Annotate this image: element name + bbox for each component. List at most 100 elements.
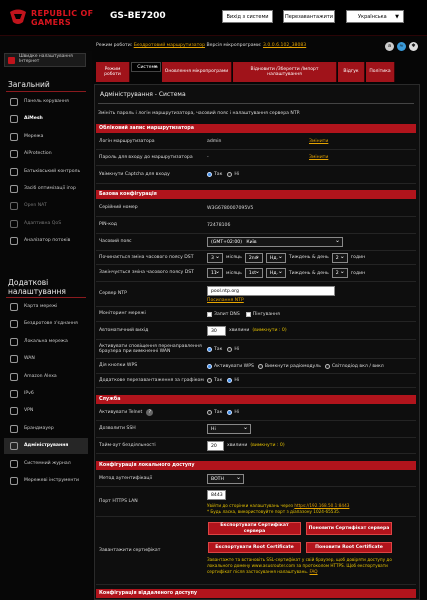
dst-start-day-select[interactable]: Нд. (265, 252, 286, 263)
sidebar-item-advanced-6[interactable]: IPv6 (4, 386, 88, 402)
login-value: admin (207, 139, 222, 144)
logout-button[interactable]: Вихід з системи (222, 10, 273, 23)
change-login-link[interactable]: Змінити (309, 134, 328, 149)
ntp-server-input[interactable]: pool.ntp.org (207, 285, 335, 296)
sidebar-item-advanced-9[interactable]: Адміністрування (4, 438, 88, 455)
ssh-select[interactable]: Ні (207, 423, 251, 434)
operation-mode-link[interactable]: Бездротовий маршрутизатор (134, 43, 205, 48)
dst-end-week-select[interactable]: 1st (244, 267, 263, 278)
renew-server-cert-button[interactable]: Поновити Сертифікат сервера (306, 522, 392, 535)
tab-privacy[interactable]: Політика (366, 62, 395, 82)
reboot-button[interactable]: Перезавантажити (283, 10, 335, 23)
dst-start-week-select[interactable]: 2nd (244, 252, 263, 263)
firmware-version-link[interactable]: 3.0.0.6.102_38083 (263, 43, 306, 48)
telnet-no-radio[interactable] (227, 410, 233, 415)
usb-status-icon[interactable]: ✱ (409, 42, 418, 51)
lan-icon (10, 337, 18, 346)
faq-link[interactable]: FAQ (309, 569, 317, 574)
sidebar-item-label: Мережа (24, 133, 44, 139)
wps-radio-off-radio[interactable] (257, 363, 263, 369)
sidebar-item-advanced-3[interactable]: Локальна мережа (4, 334, 88, 350)
sidebar-item-general-7[interactable]: Open NAT (4, 198, 88, 214)
sidebar-item-advanced-2[interactable]: Бездротове з'єднання (4, 316, 88, 332)
row-ntp: Сервер NTP pool.ntp.org Посилання NTP (96, 282, 416, 307)
hint-text: Увійти до сторінки налаштувань через (207, 502, 294, 508)
tab-feedback[interactable]: Відгук (338, 62, 365, 82)
radio-label: Так (214, 378, 223, 383)
auto-logout-input[interactable]: 30 (207, 325, 226, 336)
chevron-down-icon: ▼ (395, 14, 399, 20)
auth-method-select[interactable]: BOTH (207, 473, 244, 484)
tab-restore-save-import[interactable]: Відновити /Зберегти /Імпорт налаштування (233, 62, 337, 82)
dst-start-month-select[interactable]: 3 (207, 252, 223, 263)
sidebar-item-label: Адаптивна QoS (24, 220, 62, 226)
parental-icon (10, 167, 18, 176)
dns-query-checkbox[interactable] (207, 311, 212, 317)
checkbox-label: Пінгування (252, 311, 280, 317)
label: Моніторинг мережі (99, 311, 146, 317)
renew-root-cert-button[interactable]: Поновити Root Certificate (306, 542, 392, 553)
sidebar-item-label: Карта мережі (24, 304, 58, 309)
change-password-link[interactable]: Змінити (309, 150, 328, 165)
dst-end-month-select[interactable]: 11 (207, 267, 223, 278)
telnet-yes-radio[interactable] (207, 410, 212, 415)
timezone-select[interactable]: (GMT+02:00) Київ (207, 236, 343, 247)
sidebar-item-advanced-11[interactable]: Мережеві інструменти (4, 473, 88, 489)
dst-end-hour-select[interactable]: 2 (331, 267, 348, 278)
https-port-input[interactable]: 8443 (207, 489, 226, 500)
sidebar-item-general-3[interactable]: Мережа (4, 129, 88, 145)
language-select[interactable]: Українська ▼ (346, 10, 404, 23)
row-scheduled-reboot: Додаткове перезавантаження за графіком Т… (96, 374, 416, 388)
sidebar-item-advanced-4[interactable]: WAN (4, 351, 88, 367)
tab-firmware-upgrade[interactable]: Оновлення мікропрограми (162, 62, 232, 82)
network-icon (10, 132, 18, 141)
label: Автоматичний вихід (99, 327, 149, 333)
sidebar-item-advanced-5[interactable]: Amazon Alexa (4, 369, 88, 385)
wifi-status-icon[interactable]: ≈ (397, 42, 406, 51)
sidebar-item-label: IPv6 (24, 391, 34, 396)
captcha-no-radio[interactable] (227, 172, 233, 177)
admin-icon (10, 442, 18, 451)
password-value: - (207, 155, 209, 160)
sidebar-item-general-2[interactable]: AiMesh (4, 111, 88, 127)
https-url-link[interactable]: https://192.168.50.1:8443 (294, 503, 349, 508)
idle-timeout-input[interactable]: 20 (207, 440, 224, 451)
sidebar-item-general-4[interactable]: AiProtection (4, 146, 88, 162)
help-icon[interactable]: ? (146, 409, 154, 416)
sidebar-item-advanced-7[interactable]: VPN (4, 403, 88, 419)
sidebar-item-advanced-1[interactable]: Карта мережі (4, 299, 88, 315)
wps-activate-radio[interactable] (207, 363, 212, 369)
quick-setup-button[interactable]: Швидке налаштування Інтернет (4, 53, 86, 67)
dst-start-hour-select[interactable]: 2 (331, 252, 348, 263)
ping-checkbox[interactable] (245, 311, 251, 317)
reboot-no-radio[interactable] (227, 378, 233, 383)
export-server-cert-button[interactable]: Експортувати Сертифікат сервера (208, 522, 301, 535)
section-basic-config: Базова конфігурація (96, 190, 416, 199)
tab-operation-mode[interactable]: Режим роботи (96, 62, 130, 82)
label: Серійний номер (99, 205, 138, 211)
row-https-port: Порт HTTPS LAN 8443 Увійти до сторінки н… (96, 487, 416, 517)
export-root-cert-button[interactable]: Експортувати Root Certificate (208, 542, 301, 553)
sidebar-item-general-9[interactable]: Аналізатор потоків (4, 233, 88, 249)
wan-redirect-no-radio[interactable] (227, 346, 233, 352)
sidebar-item-general-8[interactable]: Адаптивна QoS (4, 216, 88, 232)
sidebar-item-advanced-8[interactable]: Брандмауер (4, 421, 88, 437)
captcha-yes-radio[interactable] (207, 172, 212, 177)
unit-label: хвилини (229, 328, 250, 333)
label: Закінчується зміна часового поясу DST (99, 270, 194, 276)
row-telnet: Активувати Telnet? Так Ні (96, 405, 416, 421)
sidebar-item-general-1[interactable]: Панель керування (4, 94, 88, 110)
sidebar-item-general-5[interactable]: Батьківський контроль (4, 164, 88, 180)
tab-system[interactable]: Система (131, 61, 161, 72)
reboot-yes-radio[interactable] (207, 378, 212, 383)
app-icon[interactable]: a (385, 42, 394, 51)
wps-led-radio[interactable] (324, 363, 330, 369)
sidebar-item-label: Засіб оптимізації ігор (24, 186, 76, 191)
wan-redirect-yes-radio[interactable] (207, 346, 212, 352)
sidebar-item-general-6[interactable]: Засіб оптимізації ігор (4, 181, 88, 197)
ntp-link[interactable]: Посилання NTP (207, 298, 244, 303)
dst-end-day-select[interactable]: Нд. (265, 267, 286, 278)
top-bar: REPUBLIC OF GAMERS GS-BE7200 Вихід з сист… (0, 0, 427, 36)
sidebar-item-advanced-10[interactable]: Системний журнал (4, 456, 88, 472)
row-ssh: Дозволити SSH Ні (96, 421, 416, 438)
